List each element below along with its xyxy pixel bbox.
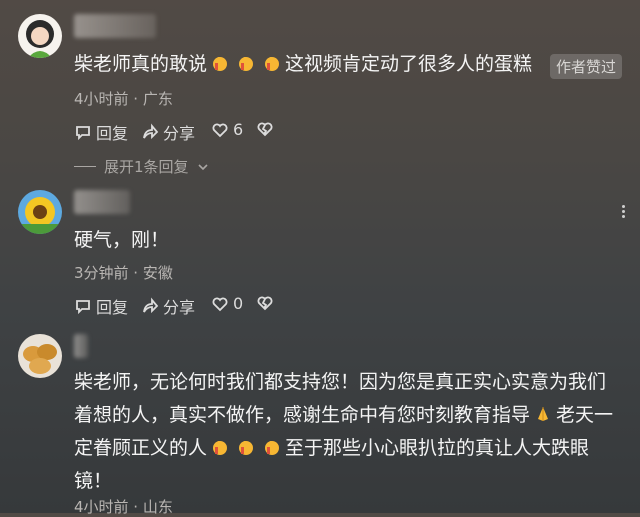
like-button[interactable]: 6 [211, 120, 243, 139]
praying-hands-emoji [534, 401, 552, 421]
username-blurred[interactable] [74, 190, 130, 214]
more-options-button[interactable] [614, 205, 632, 219]
heart-icon [212, 297, 228, 311]
expand-replies-button[interactable]: 展开1条回复 [74, 156, 209, 177]
dislike-button[interactable] [256, 294, 274, 312]
like-button[interactable]: 0 [211, 294, 243, 313]
broken-heart-icon [257, 122, 273, 137]
like-count: 6 [233, 120, 244, 139]
timestamp-location: 3分钟前 · 安徽 [74, 264, 173, 282]
username-blurred[interactable] [74, 14, 156, 38]
share-button[interactable]: 分享 [141, 294, 195, 318]
thumbs-up-emoji [211, 434, 229, 455]
chevron-down-icon [197, 163, 208, 170]
share-label: 分享 [163, 298, 196, 317]
comment-text-part: 至于那些小心眼扒拉的真让人大跌眼 [285, 437, 590, 459]
comment-text-part: 定眷顾正义的人 [74, 437, 208, 459]
dislike-button[interactable] [256, 120, 274, 138]
thumbs-up-emoji [263, 434, 281, 455]
timestamp-location: 4小时前 · 山东 [74, 498, 173, 516]
share-arrow-icon [143, 123, 159, 140]
avatar-illustration-icon [26, 20, 54, 58]
potato-avatar-icon [23, 344, 57, 374]
comment-text: 硬气，刚！ [74, 229, 170, 251]
comment-text-part: 这视频肯定动了很多人的蛋糕 [285, 53, 533, 75]
comment-text-part: 老天一 [556, 404, 614, 426]
reply-label: 回复 [96, 124, 129, 143]
reply-label: 回复 [96, 298, 129, 317]
comment-icon [76, 300, 90, 315]
thumbs-up-emoji [211, 50, 229, 71]
more-vertical-icon [621, 205, 625, 208]
comment-text-part: 着想的人，真实不做作，感谢生命中有您时刻教育指导 [74, 404, 531, 426]
divider-line [74, 166, 96, 167]
comment-icon [76, 126, 90, 141]
comment-text-line: 着想的人，真实不做作，感谢生命中有您时刻教育指导 老天一 [74, 399, 613, 432]
thumbs-up-emoji [237, 434, 255, 455]
comment-text-line: 镜！ [74, 470, 113, 492]
expand-replies-label: 展开1条回复 [104, 158, 189, 176]
timestamp-location: 4小时前 · 广东 [74, 90, 173, 108]
reply-button[interactable]: 回复 [74, 120, 128, 144]
share-label: 分享 [163, 124, 196, 143]
sunflower-avatar-icon [18, 197, 62, 234]
comment-text: 柴老师真的敢说 这视频肯定动了很多人的蛋糕 [74, 48, 532, 81]
avatar[interactable] [18, 14, 62, 58]
thumbs-up-emoji [237, 50, 255, 71]
heart-icon [212, 123, 228, 137]
comment-text-line: 定眷顾正义的人 至于那些小心眼扒拉的真让人大跌眼 [74, 432, 589, 465]
more-vertical-icon-dot [621, 210, 625, 213]
comment-text-line: 柴老师，无论何时我们都支持您！因为您是真正实心实意为我们 [74, 371, 607, 393]
like-count: 0 [233, 294, 244, 313]
reply-button[interactable]: 回复 [74, 294, 128, 318]
author-liked-badge: 作者赞过 [550, 54, 623, 79]
share-button[interactable]: 分享 [141, 120, 195, 144]
avatar[interactable] [18, 334, 62, 378]
share-arrow-icon [143, 297, 159, 314]
broken-heart-icon [257, 296, 273, 311]
avatar[interactable] [18, 190, 62, 234]
username-blurred[interactable] [74, 334, 88, 358]
more-vertical-icon-dot [621, 215, 625, 218]
thumbs-up-emoji [263, 50, 281, 71]
comment-text-part: 柴老师真的敢说 [74, 53, 208, 75]
